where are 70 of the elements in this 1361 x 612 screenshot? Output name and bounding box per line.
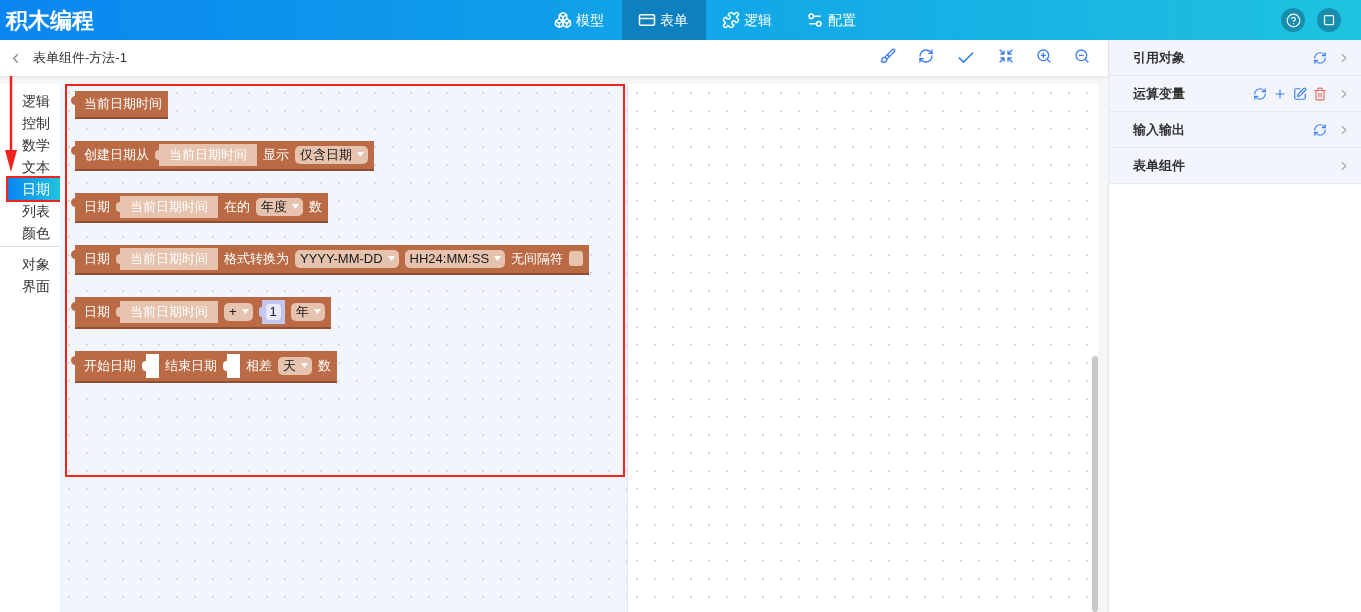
- nav-icon: [806, 11, 824, 29]
- block-dropdown[interactable]: 仅含日期: [295, 145, 368, 164]
- block-dropdown[interactable]: HH24:MM:SS: [404, 249, 506, 268]
- block-label: 结束日期: [165, 356, 217, 375]
- square-icon: [1323, 14, 1335, 26]
- panel-row[interactable]: 输入输出: [1109, 112, 1361, 148]
- block-label: 格式转换为: [224, 249, 289, 268]
- category-item[interactable]: 界面: [22, 275, 58, 297]
- checkbox[interactable]: [569, 251, 584, 266]
- dropdown-caret-icon: [313, 309, 321, 314]
- block-dropdown[interactable]: 年度: [256, 197, 303, 216]
- dropdown-caret-icon: [292, 204, 299, 209]
- category-item[interactable]: 逻辑: [22, 90, 58, 112]
- block-label: 创建日期从: [84, 145, 149, 164]
- zoom-out-icon[interactable]: [1074, 48, 1090, 64]
- category-item[interactable]: 颜色: [22, 222, 58, 244]
- block-dropdown[interactable]: 年: [290, 302, 325, 321]
- dropdown-caret-icon: [357, 152, 364, 157]
- panel-row[interactable]: 运算变量: [1109, 76, 1361, 112]
- dropdown-caret-icon: [301, 363, 308, 368]
- panel-row[interactable]: 表单组件: [1109, 148, 1361, 184]
- block-label: 相差: [246, 356, 272, 375]
- editor-title: 表单组件-方法-1: [33, 49, 127, 68]
- refresh-icon[interactable]: [1253, 86, 1267, 101]
- refresh-icon[interactable]: [1313, 122, 1327, 137]
- block-label: 无间隔符: [511, 249, 564, 268]
- plus-icon[interactable]: [1273, 86, 1287, 101]
- help-icon: [1285, 12, 1301, 28]
- app-title: 积木编程: [4, 6, 95, 35]
- block-dropdown[interactable]: YYYY-MM-DD: [295, 249, 399, 268]
- block-label: 日期: [84, 302, 110, 321]
- trash-icon[interactable]: [1313, 86, 1327, 101]
- block-label: 开始日期: [84, 356, 136, 375]
- nav-icon: [638, 11, 656, 29]
- number-field[interactable]: 1: [265, 303, 281, 320]
- dropdown-caret-icon: [387, 256, 395, 261]
- panel-row[interactable]: 引用对象: [1109, 40, 1361, 76]
- block-label: 当前日期时间: [84, 95, 162, 113]
- category-item[interactable]: 对象: [22, 253, 58, 275]
- block-dropdown[interactable]: +: [224, 302, 253, 321]
- block-label: 显示: [263, 145, 289, 164]
- block-label: 日期: [84, 249, 110, 268]
- panel-row-label: 引用对象: [1133, 48, 1185, 67]
- nav-icon: [722, 11, 740, 29]
- block-label: 数: [309, 197, 322, 216]
- empty-input-slot[interactable]: [227, 353, 240, 378]
- block-dropdown[interactable]: 天: [278, 356, 312, 375]
- category-item[interactable]: 文本: [22, 156, 58, 178]
- zoom-in-icon[interactable]: [1036, 48, 1052, 64]
- edit-icon[interactable]: [1293, 86, 1307, 101]
- dropdown-caret-icon: [494, 256, 502, 261]
- nav-icon: [554, 11, 572, 29]
- help-button[interactable]: [1281, 8, 1305, 32]
- nav-tab[interactable]: 表单: [622, 0, 706, 40]
- maximize-button[interactable]: [1317, 8, 1341, 32]
- category-item[interactable]: 数学: [22, 134, 58, 156]
- panel-row-label: 运算变量: [1133, 84, 1185, 103]
- shrink-icon[interactable]: [998, 48, 1014, 64]
- refresh-icon[interactable]: [918, 48, 934, 64]
- empty-input-slot[interactable]: [146, 353, 159, 378]
- block-label: 数: [318, 356, 331, 375]
- block-label: 在的: [224, 197, 250, 216]
- category-item[interactable]: 控制: [22, 112, 58, 134]
- panel-row-label: 表单组件: [1133, 156, 1185, 175]
- panel-row-label: 输入输出: [1133, 120, 1185, 139]
- dropdown-caret-icon: [241, 309, 249, 314]
- category-item[interactable]: 列表: [22, 200, 58, 222]
- block-label: 日期: [84, 197, 110, 216]
- scrollbar[interactable]: [1092, 356, 1098, 612]
- refresh-icon[interactable]: [1313, 50, 1327, 65]
